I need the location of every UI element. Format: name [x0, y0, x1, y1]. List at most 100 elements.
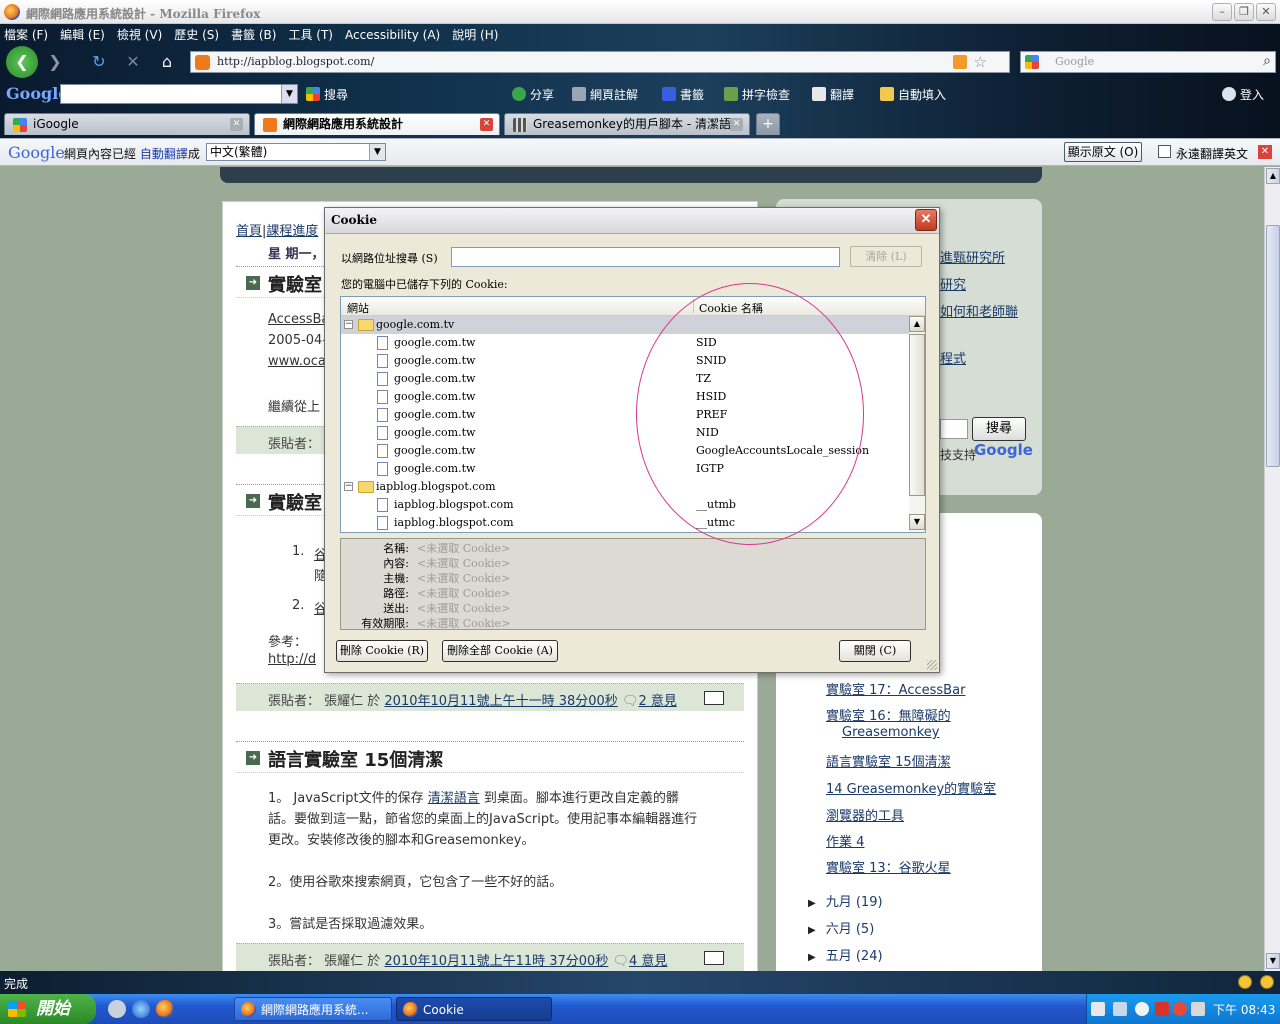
show-desktop-icon[interactable] — [108, 1000, 126, 1018]
cookie-search-input[interactable] — [451, 247, 840, 267]
post-1-title[interactable]: 實驗室 — [268, 271, 322, 297]
collapse-icon[interactable]: − — [344, 320, 353, 329]
menu-tools[interactable]: 工具 (T) — [288, 24, 333, 46]
cookie-row[interactable]: google.com.tw GoogleAccountsLocale_sessio… — [341, 442, 909, 460]
cookie-row[interactable]: google.com.tw SNID — [341, 352, 909, 370]
dialog-title-bar[interactable]: Cookie ✕ — [325, 208, 939, 234]
email-post-icon[interactable] — [704, 691, 724, 705]
sidebar-post-link[interactable]: 實驗室 16：無障礙的 — [826, 705, 951, 724]
gtb-autofill[interactable]: 自動填入 — [880, 86, 946, 103]
cookie-row[interactable]: google.com.tw NID — [341, 424, 909, 442]
breadcrumb-home[interactable]: 首頁 — [236, 224, 262, 239]
cookie-site-folder[interactable]: − iapblog.blogspot.com — [341, 478, 909, 496]
menu-file[interactable]: 檔案 (F) — [4, 24, 48, 46]
gtb-bookmarks[interactable]: 書籤 — [662, 86, 704, 103]
post-2-title[interactable]: 實驗室 — [268, 489, 322, 515]
page-scrollbar[interactable]: ▲ ▼ — [1264, 167, 1280, 971]
menu-view[interactable]: 檢視 (V) — [117, 24, 162, 46]
sidebar-post-link[interactable]: 瀏覽器的工具 — [826, 805, 904, 824]
collapse-icon[interactable]: − — [344, 482, 353, 491]
post-2-ref-link[interactable]: http://d — [268, 652, 316, 667]
post-1-link[interactable]: AccessBa — [268, 312, 329, 327]
chevron-down-icon[interactable]: ▼ — [369, 144, 385, 160]
volume-icon[interactable] — [1191, 1002, 1205, 1016]
post-3-title[interactable]: 語言實驗室 15個清潔 — [268, 746, 443, 772]
auto-translate-link[interactable]: 自動翻譯 — [140, 147, 188, 161]
taskbar-item-firefox[interactable]: 網際網路應用系統... — [234, 997, 392, 1021]
sidebar-post-link[interactable]: 14 Greasemonkey的實驗室 — [826, 778, 996, 797]
cookie-tree[interactable]: 網站 Cookie 名稱 − google.com.tv google.com.tw… — [340, 296, 926, 533]
sidebar-link-contact[interactable]: 如何和老師聯 — [940, 301, 1018, 320]
language-select[interactable]: 中文(繁體) ▼ — [206, 143, 386, 161]
scroll-up-icon[interactable]: ▲ — [909, 316, 925, 332]
tab-igoogle[interactable]: iGoogle ✕ — [4, 113, 250, 135]
sidebar-search-input[interactable] — [940, 419, 968, 439]
scroll-thumb[interactable] — [909, 334, 925, 496]
show-original-button[interactable]: 顯示原文 (O) — [1064, 142, 1142, 162]
antivirus-icon[interactable] — [1155, 1002, 1169, 1016]
scroll-down-icon[interactable]: ▼ — [1266, 953, 1280, 969]
minimize-button[interactable]: – — [1212, 3, 1232, 21]
forward-icon[interactable]: ❯ — [42, 49, 68, 75]
gtb-spellcheck[interactable]: 拼字檢查 — [724, 86, 790, 103]
scroll-up-icon[interactable]: ▲ — [1266, 168, 1280, 184]
close-window-button[interactable]: ✕ — [1256, 3, 1276, 21]
start-button[interactable]: 開始 — [0, 994, 96, 1024]
sidebar-link-graduate[interactable]: 進甄研究所 — [940, 247, 1005, 266]
sidebar-search-button[interactable]: 搜尋 — [972, 417, 1026, 441]
menu-accessibility[interactable]: Accessibility (A) — [345, 24, 440, 46]
tab-greasemonkey[interactable]: Greasemonkey的用戶腳本 - 清潔語… ✕ — [504, 113, 750, 135]
cookie-row[interactable]: google.com.tw IGTP — [341, 460, 909, 478]
chevron-down-icon[interactable]: ▼ — [281, 85, 297, 103]
back-icon[interactable]: ❮ — [6, 46, 38, 78]
maximize-button[interactable]: ❐ — [1234, 3, 1254, 21]
post-2-permalink[interactable]: 2010年10月11號上午十一時 38分00秒 — [384, 694, 617, 709]
sidebar-post-link[interactable]: Greasemonkey — [842, 725, 939, 740]
cookie-row[interactable]: google.com.tw TZ — [341, 370, 909, 388]
arrow-left-icon[interactable] — [1135, 1002, 1149, 1016]
post-3-comments[interactable]: 4 意見 — [629, 954, 667, 969]
url-bar[interactable]: http://iapblog.blogspot.com/ ☆ — [190, 51, 1010, 73]
smiley-icon[interactable] — [1238, 975, 1252, 989]
security-icon[interactable] — [1173, 1002, 1187, 1016]
reload-icon[interactable]: ↻ — [86, 49, 112, 75]
archive-item[interactable]: ▶ 九月 (19) — [808, 891, 883, 910]
sidebar-post-link[interactable]: 作業 4 — [826, 831, 864, 850]
home-icon[interactable]: ⌂ — [154, 49, 180, 75]
close-tab-icon[interactable]: ✕ — [230, 118, 243, 131]
cookie-row[interactable]: google.com.tw HSID — [341, 388, 909, 406]
tree-scrollbar[interactable]: ▲ ▼ — [909, 316, 925, 532]
sidebar-post-link[interactable]: 實驗室 13：谷歌火星 — [826, 857, 951, 876]
archive-item[interactable]: ▶ 五月 (24) — [808, 945, 883, 964]
delete-all-cookies-button[interactable]: 刪除全部 Cookie (A) — [442, 640, 558, 662]
delete-cookie-button[interactable]: 刪除 Cookie (R) — [336, 640, 428, 662]
sidebar-post-link[interactable]: 語言實驗室 15個清潔 — [826, 751, 951, 770]
search-icon[interactable]: ⌕ — [1263, 53, 1271, 69]
menu-bookmarks[interactable]: 書籤 (B) — [231, 24, 276, 46]
rss-icon[interactable] — [953, 55, 967, 69]
never-translate-checkbox[interactable] — [1158, 145, 1171, 158]
cookie-row[interactable]: google.com.tw PREF — [341, 406, 909, 424]
gtb-search[interactable]: 搜尋 — [306, 86, 348, 103]
cookie-row[interactable]: iapblog.blogspot.com __utmb — [341, 496, 909, 514]
resize-grip-icon[interactable] — [927, 660, 937, 670]
email-post-icon[interactable] — [704, 951, 724, 965]
breadcrumb-progress[interactable]: 課程進度 — [266, 224, 318, 239]
gtb-sign-in[interactable]: 登入 — [1222, 86, 1264, 103]
post-3-permalink[interactable]: 2010年10月11號上午11時 37分00秒 — [384, 954, 608, 969]
stop-icon[interactable]: ✕ — [120, 49, 146, 75]
google-engine-icon[interactable] — [1025, 55, 1039, 69]
clear-button[interactable]: 清除 (L) — [850, 246, 922, 267]
gtb-notebook[interactable]: 網頁註解 — [572, 86, 638, 103]
scroll-thumb[interactable] — [1266, 225, 1280, 467]
gtb-translate[interactable]: 翻譯 — [812, 86, 854, 103]
close-icon[interactable]: ✕ — [1258, 145, 1272, 159]
firefox-icon[interactable] — [156, 1000, 174, 1018]
keyboard-icon[interactable] — [1091, 1002, 1105, 1016]
cookie-row[interactable]: iapblog.blogspot.com __utmc — [341, 514, 909, 532]
tab-blog[interactable]: 網際網路應用系統設計 ✕ — [254, 113, 500, 135]
post-2-comments[interactable]: 2 意見 — [638, 694, 676, 709]
internet-explorer-icon[interactable] — [132, 1000, 150, 1018]
clean-language-link[interactable]: 清潔語言 — [428, 791, 480, 806]
network-icon[interactable] — [1113, 1002, 1127, 1016]
